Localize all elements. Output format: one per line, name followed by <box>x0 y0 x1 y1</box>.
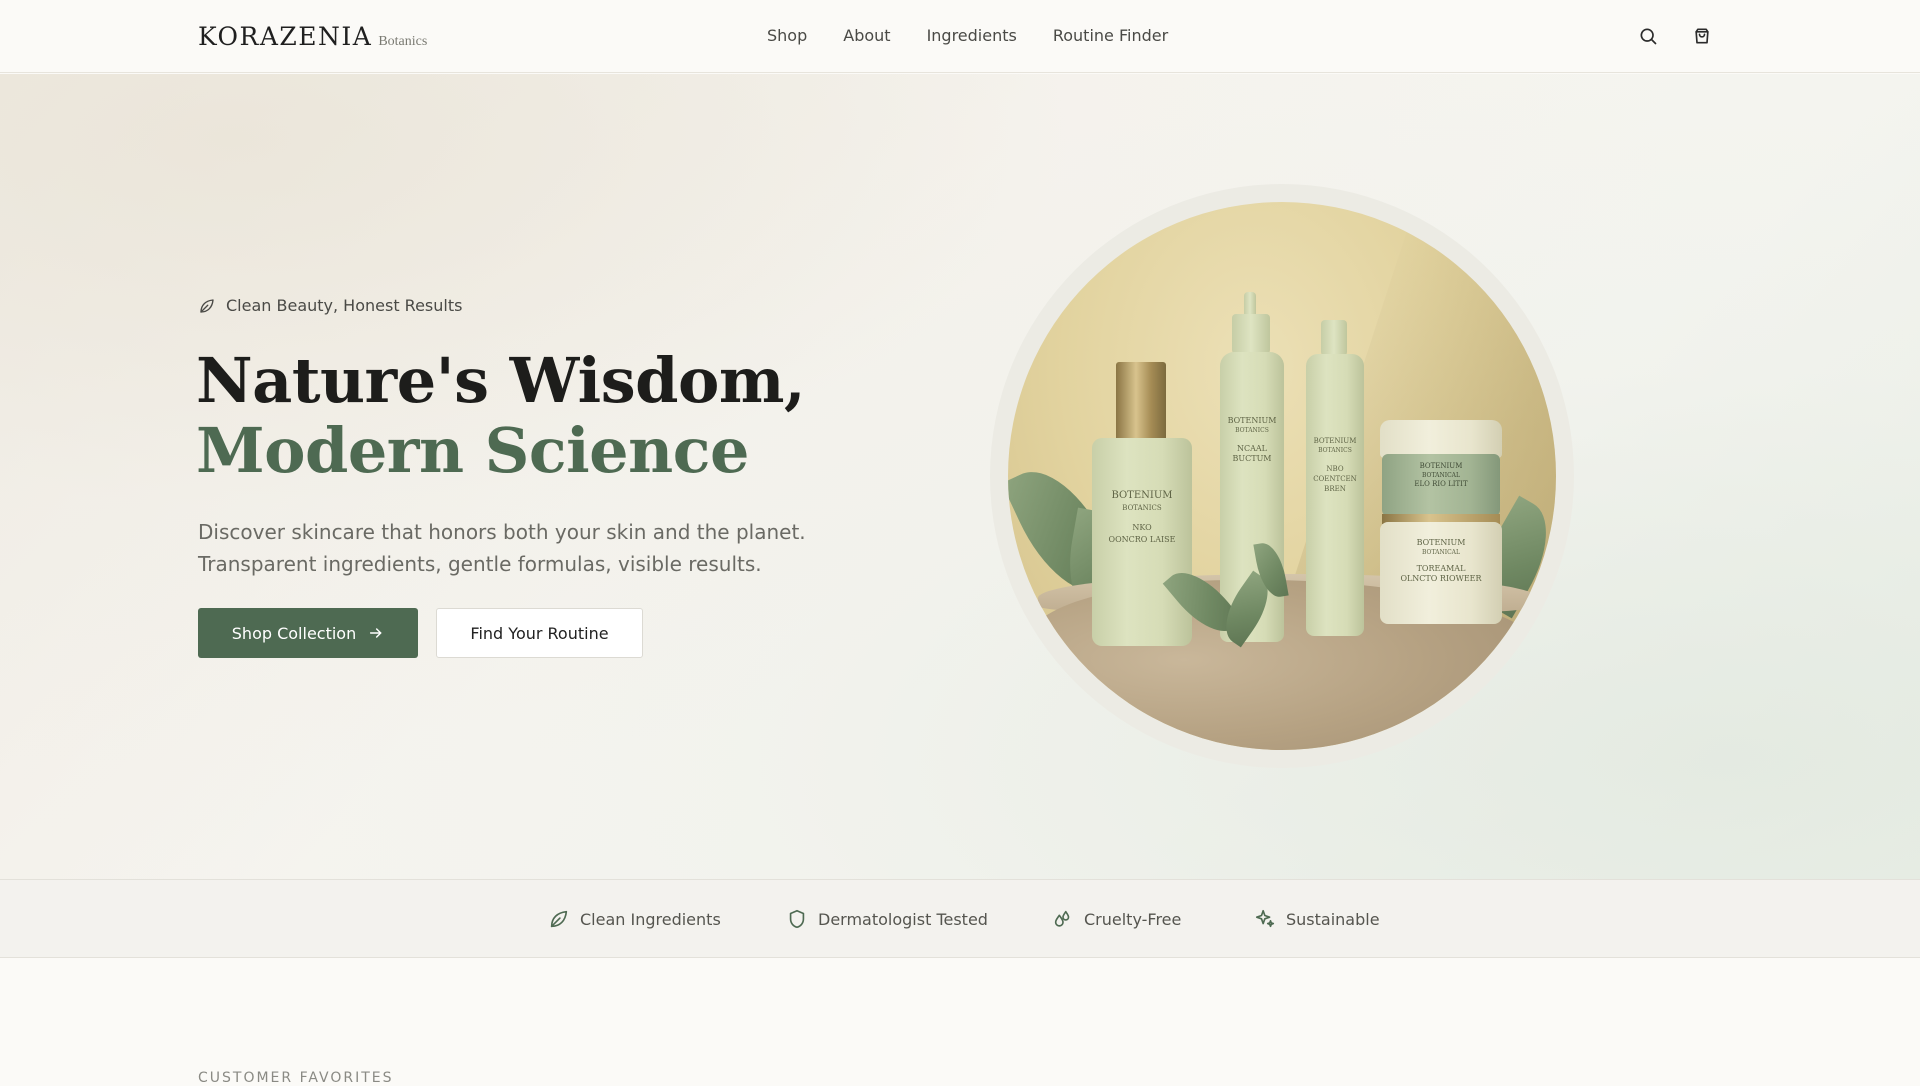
jar-label-sub: BOTANICAL <box>1422 472 1460 479</box>
shield-icon <box>789 909 805 929</box>
main-nav: Shop About Ingredients Routine Finder <box>767 26 1168 45</box>
jar-label-sub: BOTANICAL <box>1422 549 1460 556</box>
bottle-cap <box>1116 362 1166 442</box>
jar-label: BOTENIUM BOTANICAL TOREAMAL OLNCTO RIOWE… <box>1380 538 1502 584</box>
hero-section: Clean Beauty, Honest Results Nature's Wi… <box>0 74 1920 879</box>
bottle-label-name: OONCRO LAISE <box>1108 535 1176 544</box>
features-strip: Clean Ingredients Dermatologist Tested C… <box>0 879 1920 958</box>
brand-sub: Botanics <box>378 34 428 49</box>
jar-label: BOTENIUM BOTANICAL ELO RIO LITIT <box>1382 462 1500 489</box>
jar-label-name: TOREAMAL <box>1416 564 1466 573</box>
nav-item-ingredients[interactable]: Ingredients <box>927 26 1017 45</box>
arrow-right-icon <box>370 628 382 638</box>
bottle-label-sub: BOTANICS <box>1318 447 1352 454</box>
bottle-label-name: NBO <box>1326 465 1344 473</box>
section-label-customer-favorites: CUSTOMER FAVORITES <box>198 1070 394 1086</box>
leaf-icon <box>550 910 568 928</box>
leaf-icon <box>200 298 214 313</box>
product-jar: BOTENIUM BOTANICAL ELO RIO LITIT <box>1382 454 1500 516</box>
feature-label: Sustainable <box>1286 909 1380 929</box>
hero-title-line1: Nature's Wisdom, <box>196 344 806 417</box>
brand-logo[interactable]: KORAZENIA Botanics <box>198 22 427 51</box>
brand-name: KORAZENIA <box>198 22 373 51</box>
bottle-label-name: COENTCEN BREN <box>1313 475 1357 493</box>
droplets-icon <box>1054 910 1070 927</box>
site-header: KORAZENIA Botanics Shop About Ingredient… <box>0 0 1920 73</box>
jar-label-brand: BOTENIUM <box>1416 538 1466 547</box>
feature-clean-ingredients: Clean Ingredients <box>548 908 721 930</box>
search-icon[interactable] <box>1637 25 1659 47</box>
bottle-label: BOTENIUM BOTANICS NKO OONCRO LAISE <box>1092 490 1192 546</box>
feature-dermatologist-tested: Dermatologist Tested <box>786 908 988 930</box>
bottle-label-name: BUCTUM <box>1232 454 1272 463</box>
sparkle-icon <box>1255 909 1275 928</box>
feature-cruelty-free: Cruelty-Free <box>1052 908 1181 930</box>
bottle-label-brand: BOTENIUM <box>1227 416 1277 425</box>
hero-tagline-text: Clean Beauty, Honest Results <box>226 296 463 315</box>
product-jar: BOTENIUM BOTANICAL TOREAMAL OLNCTO RIOWE… <box>1380 522 1502 624</box>
hero-product-image: BOTENIUM BOTANICS NKO OONCRO LAISE BOTEN… <box>1008 202 1556 750</box>
feature-label: Dermatologist Tested <box>818 909 988 929</box>
nav-item-routine-finder[interactable]: Routine Finder <box>1053 26 1168 45</box>
hero-description-line2: Transparent ingredients, gentle formulas… <box>198 552 762 576</box>
hero-description: Discover skincare that honors both your … <box>198 516 818 580</box>
jar-lid <box>1380 420 1502 458</box>
feature-label: Clean Ingredients <box>580 909 721 929</box>
find-routine-button[interactable]: Find Your Routine <box>436 608 643 658</box>
bottle-label: BOTENIUM BOTANICS NBO COENTCEN BREN <box>1306 436 1364 494</box>
bottle-label-name: NCAAL <box>1237 444 1267 453</box>
feature-label: Cruelty-Free <box>1084 909 1182 929</box>
nav-item-shop[interactable]: Shop <box>767 26 807 45</box>
bottle-pump <box>1232 314 1270 354</box>
bottle-label-sub: BOTANICS <box>1122 504 1162 512</box>
bottle-label-brand: BOTENIUM <box>1313 437 1357 445</box>
nav-item-about[interactable]: About <box>843 26 890 45</box>
bottle-label-name: NKO <box>1132 523 1152 532</box>
product-bottle: BOTENIUM BOTANICS NKO OONCRO LAISE <box>1092 438 1192 646</box>
hero-description-line1: Discover skincare that honors both your … <box>198 520 806 544</box>
bottle-pump <box>1321 320 1347 356</box>
shop-collection-label: Shop Collection <box>231 623 357 643</box>
jar-label-name: OLNCTO RIOWEER <box>1400 574 1482 583</box>
bottle-label: BOTENIUM BOTANICS NCAAL BUCTUM <box>1220 416 1284 464</box>
feature-sustainable: Sustainable <box>1254 908 1380 930</box>
hero-tagline: Clean Beauty, Honest Results <box>198 296 462 315</box>
hero-title: Nature's Wisdom, Modern Science <box>196 344 806 487</box>
hero-title-line2: Modern Science <box>196 414 749 487</box>
bottle-label-sub: BOTANICS <box>1235 427 1269 434</box>
bottle-label-brand: BOTENIUM <box>1111 490 1173 501</box>
product-bottle: BOTENIUM BOTANICS NBO COENTCEN BREN <box>1306 354 1364 636</box>
jar-label-brand: BOTENIUM <box>1419 462 1463 470</box>
jar-label-name: ELO RIO LITIT <box>1414 480 1468 488</box>
shop-collection-button[interactable]: Shop Collection <box>198 608 418 658</box>
shopping-bag-icon[interactable] <box>1691 25 1713 47</box>
